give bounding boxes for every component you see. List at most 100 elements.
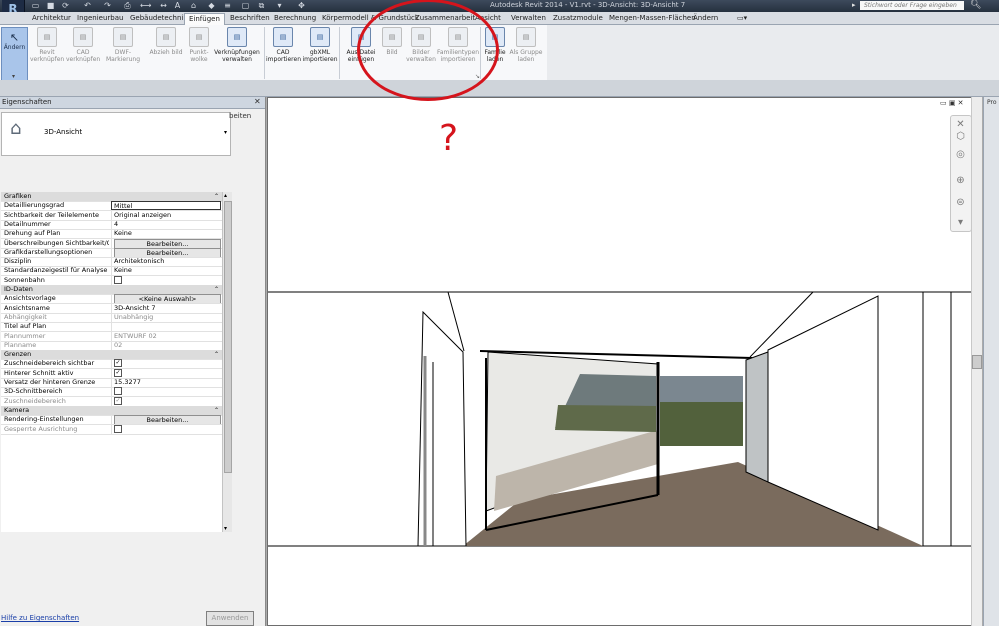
edit-type-label[interactable]: beiten [229, 112, 251, 120]
modify-dropdown-icon[interactable]: ▾ [12, 73, 15, 80]
steering-wheel-icon[interactable]: ◎ [954, 148, 967, 161]
apply-button[interactable]: Anwenden [206, 611, 254, 626]
edit-button[interactable]: <Keine Auswahl> [114, 294, 221, 304]
property-value[interactable] [111, 275, 221, 285]
edit-button[interactable]: Bearbeiten... [114, 247, 221, 257]
tab-gebäudetechnik[interactable]: Gebäudetechnik [126, 13, 191, 24]
property-value[interactable]: 15.3277 [111, 378, 221, 387]
cad-link-button[interactable]: ▤ CAD verknüpfen [66, 27, 100, 73]
property-value[interactable] [111, 424, 221, 434]
close-hidden-icon[interactable]: ▢ [240, 0, 251, 11]
property-value[interactable]: 02 [111, 340, 221, 350]
redo-icon[interactable]: ↷ [102, 0, 113, 11]
tab-beschriften[interactable]: Beschriften [226, 13, 274, 24]
checkbox[interactable] [114, 387, 122, 396]
tab-mengen-massen-flächen[interactable]: Mengen-Massen-Flächen [605, 13, 700, 24]
thin-lines-icon[interactable]: ≡ [222, 0, 233, 11]
manage-links-button[interactable]: ▤ Verknüpfungen verwalten [212, 27, 262, 73]
undo-icon[interactable]: ↶ [82, 0, 93, 11]
property-value[interactable] [111, 387, 221, 397]
ribbon-separator [264, 27, 265, 79]
project-browser-strip[interactable] [983, 97, 999, 626]
decal-button[interactable]: ▤ Abzieh bild [148, 27, 184, 73]
property-value[interactable]: ✓ [111, 368, 221, 378]
collapse-icon[interactable]: ⌃ [214, 285, 219, 294]
3d-view-icon[interactable]: ⌂ [188, 0, 199, 11]
property-value[interactable]: Architektonisch [111, 257, 221, 267]
save-icon[interactable]: ■ [45, 0, 56, 11]
property-value[interactable]: Bearbeiten... [111, 247, 221, 257]
tab-architektur[interactable]: Architektur [28, 13, 75, 24]
revit-link-button[interactable]: ▤ Revit verknüpfen [30, 27, 64, 73]
viewcube-icon[interactable]: ⬡ [954, 130, 967, 143]
binoculars-icon[interactable]: 🔍︎ [970, 0, 981, 10]
ribbon-minimize-icon[interactable]: ▭▾ [733, 13, 751, 24]
view-window-controls[interactable]: ▭ ▣ ✕ [940, 99, 964, 107]
tab-verwalten[interactable]: Verwalten [507, 13, 550, 24]
property-value[interactable]: Unabhängig [111, 312, 221, 322]
collapse-icon[interactable]: ⌃ [214, 406, 219, 415]
3d-view-canvas[interactable] [268, 100, 971, 590]
checkbox[interactable]: ✓ [114, 396, 122, 405]
tab-ändern[interactable]: Ändern [689, 13, 722, 24]
type-selector[interactable]: ⌂ 3D-Ansicht ▾ [1, 112, 231, 156]
property-value[interactable]: Bearbeiten... [111, 415, 221, 425]
dimension-icon[interactable]: ↔ [158, 0, 169, 11]
sync-icon[interactable]: ⟳ [60, 0, 71, 11]
edit-button[interactable]: Bearbeiten... [114, 415, 221, 425]
edit-button[interactable]: Bearbeiten... [114, 238, 221, 248]
revit-link-icon: ▤ [37, 27, 57, 47]
modify-icon[interactable]: ✥ [296, 0, 307, 11]
property-value[interactable]: ✓ [111, 396, 221, 406]
checkbox[interactable]: ✓ [114, 368, 122, 377]
tab-einfügen[interactable]: Einfügen [184, 13, 225, 25]
property-value[interactable]: <Keine Auswahl> [111, 294, 221, 304]
property-value[interactable]: Mittel [111, 201, 221, 211]
scroll-down-icon[interactable]: ▾ [224, 525, 227, 532]
property-value[interactable]: Original anzeigen [111, 210, 221, 220]
gbxml-import-button[interactable]: ▤ gbXML importieren [302, 27, 338, 73]
zoom-icon[interactable]: ⊕ [954, 174, 967, 187]
tab-ingenieurbau[interactable]: Ingenieurbau [73, 13, 127, 24]
dwf-markup-button[interactable]: ▤ DWF- Markierung [102, 27, 144, 73]
view-scroll-thumb[interactable] [972, 355, 982, 369]
tab-berechnung[interactable]: Berechnung [270, 13, 320, 24]
search-input[interactable]: Stichwort oder Frage eingeben [860, 1, 964, 10]
properties-help-link[interactable]: Hilfe zu Eigenschaften [1, 614, 79, 622]
orbit-icon[interactable]: ⊜ [954, 196, 967, 209]
collapse-icon[interactable]: ⌃ [214, 350, 219, 359]
chevron-down-icon[interactable]: ▾ [224, 129, 227, 136]
close-icon[interactable]: ✕ [254, 97, 261, 106]
scrollbar-thumb[interactable] [224, 201, 232, 473]
point-cloud-button[interactable]: ▤ Punkt-wolke [186, 27, 212, 73]
property-value[interactable]: 3D-Ansicht 7 [111, 303, 221, 313]
property-value[interactable]: ENTWURF 02 [111, 331, 221, 341]
nav-menu-icon[interactable]: ▾ [954, 216, 967, 229]
checkbox[interactable] [114, 424, 122, 433]
print-icon[interactable]: ⎙ [122, 0, 133, 11]
section-icon[interactable]: ◆ [206, 0, 217, 11]
property-name: Ansichtsvorlage [4, 294, 56, 303]
text-icon[interactable]: A [172, 0, 183, 11]
switch-windows-icon[interactable]: ⧉ [256, 0, 267, 11]
scroll-up-icon[interactable]: ▴ [224, 192, 227, 199]
checkbox[interactable]: ✓ [114, 359, 122, 368]
property-value[interactable]: ✓ [111, 359, 221, 369]
customize-toolbar-icon[interactable]: ▾ [274, 0, 285, 11]
property-value[interactable]: 4 [111, 219, 221, 229]
property-value[interactable]: Keine [111, 229, 221, 239]
measure-icon[interactable]: ⟷ [140, 0, 151, 11]
load-group-button[interactable]: ▤ Als Gruppe laden [508, 27, 544, 73]
collapse-icon[interactable]: ⌃ [214, 192, 219, 201]
open-icon[interactable]: ▭ [30, 0, 41, 11]
cursor-arrow-icon: ↖ [9, 31, 20, 44]
property-value[interactable] [111, 322, 221, 332]
search-expand-icon[interactable]: ▸ [852, 1, 856, 9]
property-value[interactable]: Bearbeiten... [111, 238, 221, 248]
cad-import-button[interactable]: ▤ CAD importieren [266, 27, 301, 73]
property-row: Gesperrte Ausrichtung [1, 424, 222, 435]
property-value[interactable]: Keine [111, 266, 221, 276]
property-name: Ansichtsname [4, 303, 50, 312]
checkbox[interactable] [114, 275, 122, 284]
tab-zusatzmodule[interactable]: Zusatzmodule [549, 13, 607, 24]
